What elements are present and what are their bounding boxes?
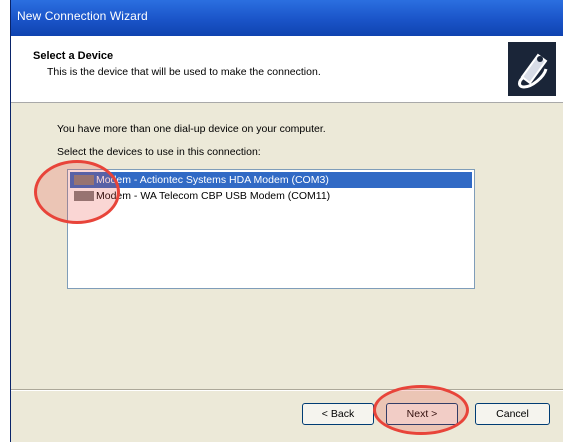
wizard-header: Select a Device This is the device that … bbox=[11, 36, 563, 103]
header-title: Select a Device bbox=[33, 50, 114, 62]
device-item-2[interactable]: Modem - WA Telecom CBP USB Modem (COM11) bbox=[70, 188, 472, 204]
cancel-button[interactable]: Cancel bbox=[475, 403, 550, 425]
intro-text: You have more than one dial-up device on… bbox=[57, 123, 326, 135]
device-list[interactable]: Modem - Actiontec Systems HDA Modem (COM… bbox=[67, 169, 475, 289]
device-label: Modem - WA Telecom CBP USB Modem (COM11) bbox=[96, 190, 331, 202]
annotation-circle-next bbox=[373, 385, 469, 435]
footer-separator bbox=[11, 389, 563, 391]
annotation-circle-device bbox=[34, 160, 120, 224]
device-label: Modem - Actiontec Systems HDA Modem (COM… bbox=[96, 174, 329, 186]
window-title: New Connection Wizard bbox=[17, 9, 148, 23]
modem-phone-icon bbox=[508, 42, 556, 96]
device-item-1[interactable]: Modem - Actiontec Systems HDA Modem (COM… bbox=[70, 172, 472, 188]
title-bar[interactable]: New Connection Wizard bbox=[11, 0, 563, 36]
device-prompt: Select the devices to use in this connec… bbox=[57, 146, 261, 158]
header-subtitle: This is the device that will be used to … bbox=[47, 66, 321, 78]
back-button[interactable]: < Back bbox=[302, 403, 374, 425]
